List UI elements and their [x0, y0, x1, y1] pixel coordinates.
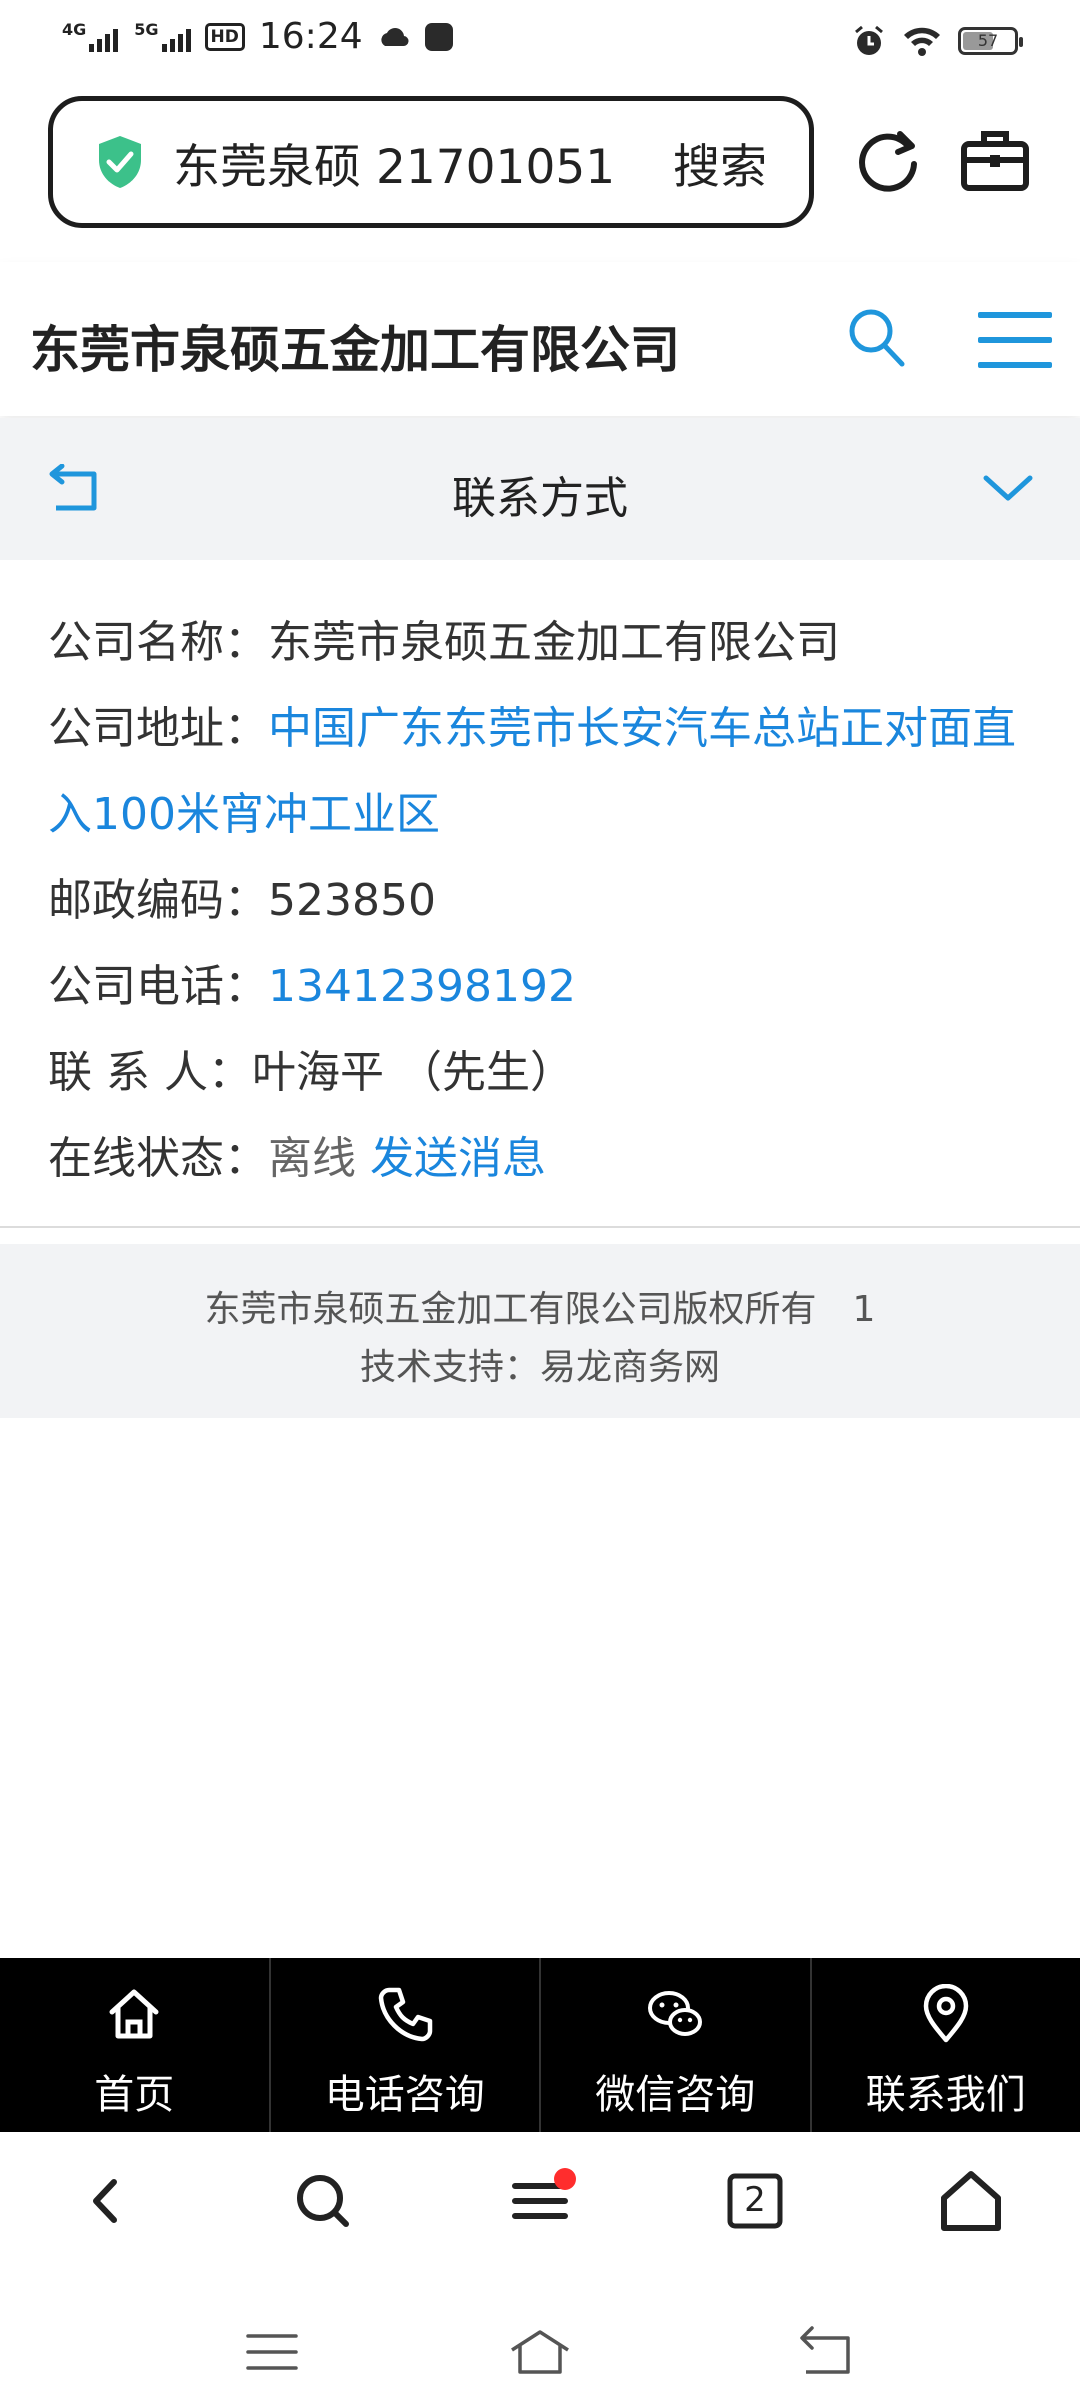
- postcode-value: 523850: [268, 875, 436, 926]
- alarm-icon: [855, 25, 883, 55]
- notification-badge: [554, 2168, 576, 2190]
- send-message-link[interactable]: 发送消息: [370, 1133, 546, 1184]
- company-name-row: 公司名称：东莞市泉硕五金加工有限公司: [48, 600, 1048, 686]
- tabs-button[interactable]: 2: [720, 2166, 790, 2236]
- status-time: 16:24: [258, 16, 363, 57]
- tab-count: 2: [744, 2180, 766, 2220]
- divider: [0, 1226, 1080, 1228]
- contact-info: 公司名称：东莞市泉硕五金加工有限公司 公司地址：中国广东东莞市长安汽车总站正对面…: [48, 600, 1048, 1202]
- section-bar: 联系方式: [0, 418, 1080, 560]
- company-name-label: 公司名称：: [48, 617, 268, 668]
- contact-person-label: 联 系 人：: [48, 1047, 252, 1098]
- home-icon[interactable]: [508, 2324, 572, 2380]
- section-title: 联系方式: [452, 473, 628, 524]
- action-wechat-label: 微信咨询: [595, 2072, 756, 2118]
- toolbox-icon[interactable]: [960, 128, 1030, 192]
- company-name-value: 东莞市泉硕五金加工有限公司: [268, 617, 840, 668]
- back-icon[interactable]: [792, 2324, 856, 2380]
- action-wechat[interactable]: 微信咨询: [541, 1958, 812, 2132]
- recents-icon[interactable]: [240, 2324, 304, 2380]
- security-shield-icon: [99, 136, 141, 188]
- action-home-label: 首页: [94, 2072, 175, 2118]
- home-icon[interactable]: [936, 2166, 1006, 2236]
- address-bar[interactable]: 东莞泉硕 21701051 搜索: [48, 96, 814, 228]
- phone-row: 公司电话：13412398192: [48, 944, 1048, 1030]
- action-bar: 首页 电话咨询 微信咨询 联系我们: [0, 1958, 1080, 2132]
- postcode-label: 邮政编码：: [48, 875, 268, 926]
- postcode-row: 邮政编码：523850: [48, 858, 1048, 944]
- wechat-icon: [648, 1991, 703, 2036]
- action-phone-label: 电话咨询: [324, 2072, 485, 2118]
- app-notification-icon: [424, 22, 453, 51]
- cloud-icon: [380, 27, 409, 46]
- browser-nav-bar: 2: [0, 2136, 1080, 2276]
- home-icon: [109, 1989, 159, 2039]
- copyright-text: 东莞市泉硕五金加工有限公司版权所有 1: [204, 1289, 876, 1330]
- phone-icon: [378, 1987, 432, 2042]
- online-status-value: 离线: [268, 1133, 356, 1184]
- company-address-row: 公司地址：中国广东东莞市长安汽车总站正对面直入100米宵冲工业区: [48, 686, 1048, 858]
- contact-person-row: 联 系 人：叶海平 （先生）: [48, 1030, 1048, 1116]
- status-bar: 4G 5G HD 16:24 57: [0, 0, 1080, 84]
- location-pin-icon: [923, 1984, 968, 2043]
- chevron-down-icon[interactable]: [982, 470, 1034, 506]
- refresh-icon[interactable]: [856, 128, 922, 194]
- search-query-text[interactable]: 东莞泉硕 21701051: [173, 128, 615, 197]
- site-title[interactable]: 东莞市泉硕五金加工有限公司: [30, 310, 680, 382]
- action-contact-label: 联系我们: [865, 2072, 1026, 2118]
- online-status-label: 在线状态：: [48, 1133, 268, 1184]
- hd-voice-icon: HD: [204, 22, 245, 51]
- phone-label: 公司电话：: [48, 961, 268, 1012]
- action-contact[interactable]: 联系我们: [812, 1958, 1080, 2132]
- company-address-label: 公司地址：: [48, 703, 268, 754]
- search-icon[interactable]: [288, 2166, 358, 2236]
- online-status-row: 在线状态：离线 发送消息: [48, 1116, 1048, 1202]
- action-home[interactable]: 首页: [0, 1958, 271, 2132]
- phone-link[interactable]: 13412398192: [268, 961, 576, 1012]
- signal-4g-icon: 4G: [62, 21, 119, 52]
- menu-icon[interactable]: [978, 312, 1052, 368]
- search-button[interactable]: 搜索: [673, 128, 767, 197]
- search-icon[interactable]: [846, 306, 906, 370]
- tech-support-text: 技术支持：易龙商务网: [359, 1347, 720, 1388]
- battery-icon: 57: [958, 27, 1023, 55]
- back-arrow-icon[interactable]: [72, 2166, 142, 2236]
- site-footer: 东莞市泉硕五金加工有限公司版权所有 1 技术支持：易龙商务网: [0, 1244, 1080, 1418]
- action-phone[interactable]: 电话咨询: [271, 1958, 541, 2132]
- system-nav-bar: [0, 2296, 1080, 2408]
- wifi-icon: [904, 27, 940, 56]
- site-header: 东莞市泉硕五金加工有限公司: [0, 262, 1080, 416]
- contact-person-value: 叶海平 （先生）: [251, 1047, 574, 1098]
- signal-5g-icon: 5G: [134, 21, 191, 52]
